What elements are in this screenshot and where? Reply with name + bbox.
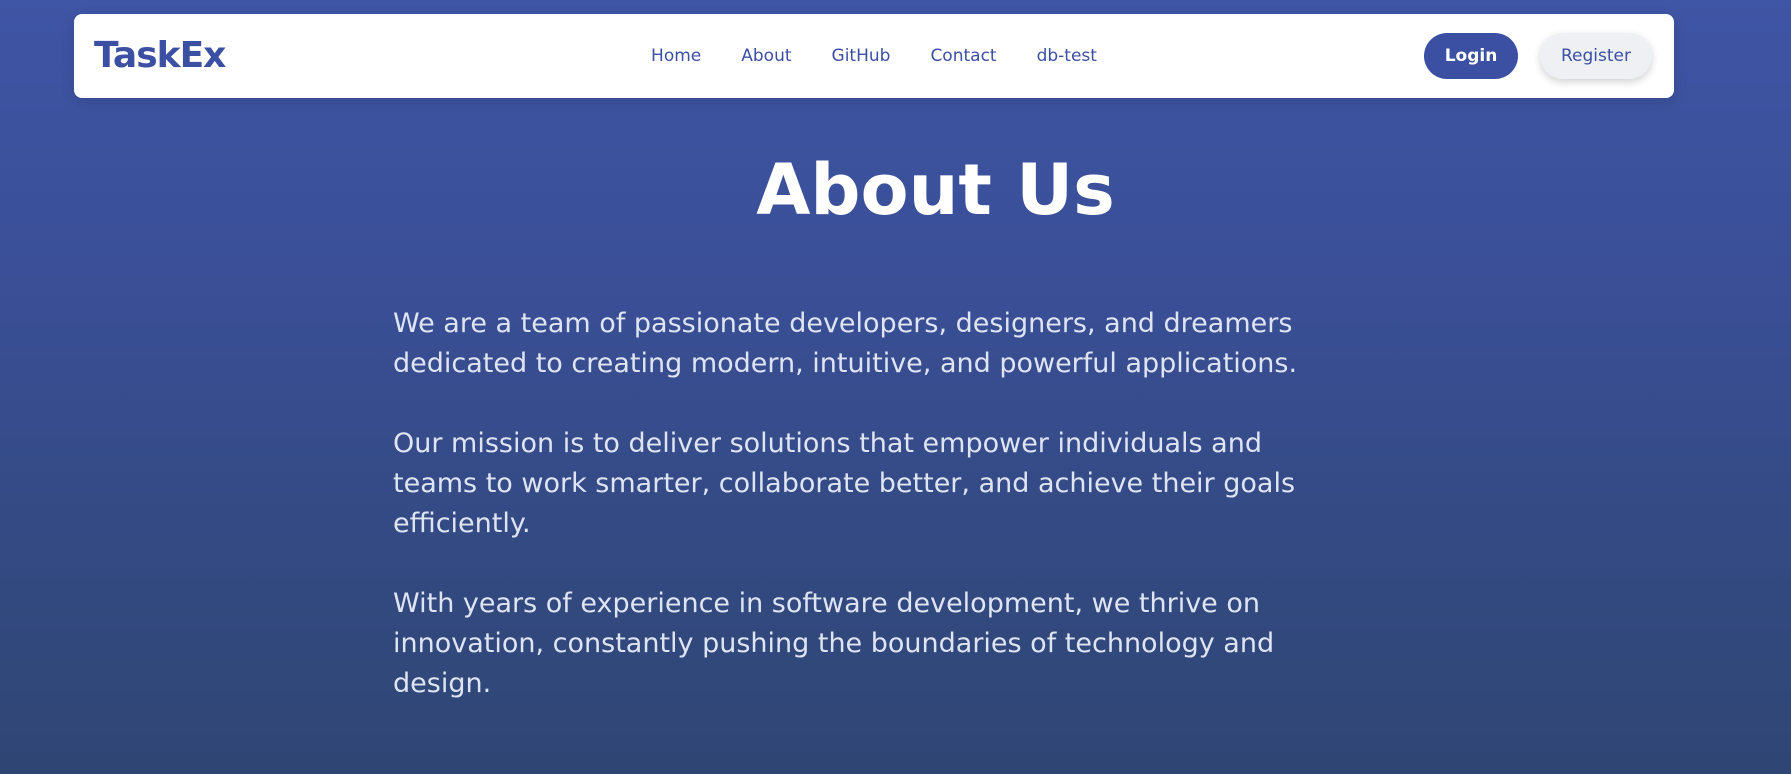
nav-link-home[interactable]: Home	[651, 46, 701, 66]
nav-link-db-test[interactable]: db-test	[1037, 46, 1097, 66]
about-paragraph-team: We are a team of passionate developers, …	[393, 308, 1298, 379]
nav-actions: Login Register	[1424, 14, 1652, 98]
login-button[interactable]: Login	[1424, 33, 1518, 79]
page-title: About Us	[756, 149, 1115, 231]
about-paragraph-experience: With years of experience in software dev…	[393, 588, 1275, 699]
brand-logo[interactable]: TaskEx	[94, 14, 226, 98]
register-button[interactable]: Register	[1540, 33, 1652, 79]
about-paragraph-mission: Our mission is to deliver solutions that…	[393, 428, 1296, 539]
nav-link-about[interactable]: About	[741, 46, 791, 66]
nav-link-github[interactable]: GitHub	[832, 46, 891, 66]
nav-link-contact[interactable]: Contact	[930, 46, 996, 66]
navbar: TaskEx Home About GitHub Contact db-test…	[74, 14, 1674, 98]
about-content: We are a team of passionate developers, …	[393, 304, 1353, 744]
